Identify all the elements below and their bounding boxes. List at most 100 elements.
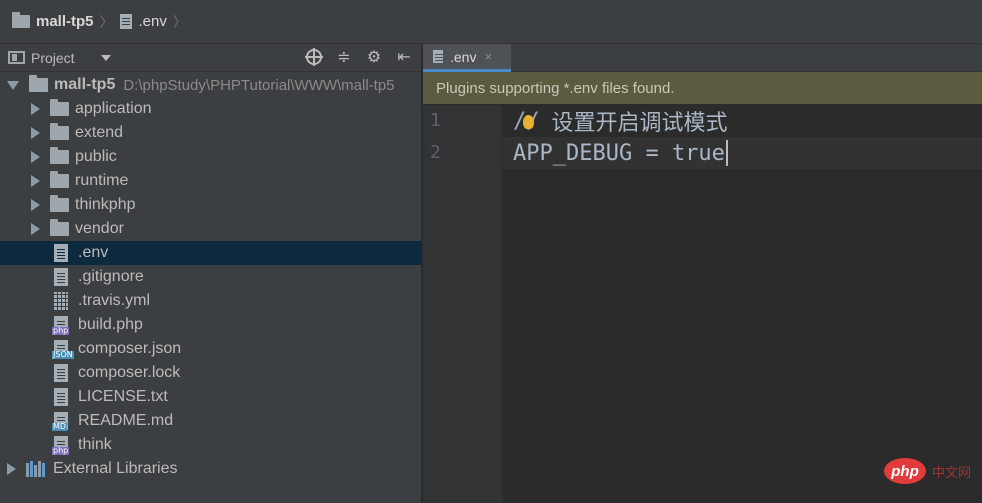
collapse-arrow-icon[interactable] bbox=[31, 199, 40, 211]
breadcrumb-file[interactable]: .env bbox=[119, 13, 167, 30]
folder-label: vendor bbox=[75, 220, 124, 237]
breadcrumb-project[interactable]: mall-tp5 bbox=[12, 12, 94, 30]
folder-label: runtime bbox=[75, 172, 129, 189]
chevron-right-icon: 〉 bbox=[99, 13, 114, 30]
chevron-right-icon: 〉 bbox=[172, 13, 187, 30]
text-file-icon bbox=[54, 364, 68, 382]
project-panel: Project ≑ ⚙ ⇤ mall-tp5 D:\phpStudy\PHPTu… bbox=[0, 44, 422, 503]
file-label: README.md bbox=[78, 412, 174, 429]
watermark-text: 中文网 bbox=[932, 464, 972, 480]
folder-icon bbox=[50, 171, 69, 188]
root-path: D:\phpStudy\PHPTutorial\WWW\mall-tp5 bbox=[123, 76, 395, 94]
line-number-gutter: 1 2 bbox=[423, 105, 503, 503]
project-view-icon bbox=[8, 51, 25, 64]
folder-icon bbox=[29, 75, 48, 92]
folder-icon bbox=[50, 147, 69, 164]
tab-env[interactable]: .env × bbox=[423, 44, 511, 72]
watermark: php 中文网 bbox=[884, 458, 971, 484]
tree-file[interactable]: MD README.md bbox=[0, 409, 422, 433]
file-label: .travis.yml bbox=[78, 292, 150, 309]
project-tree: mall-tp5 D:\phpStudy\PHPTutorial\WWW\mal… bbox=[0, 73, 422, 481]
tree-folder[interactable]: vendor bbox=[0, 217, 422, 241]
folder-label: public bbox=[75, 148, 117, 165]
breadcrumb-project-label: mall-tp5 bbox=[36, 13, 94, 30]
comment-text: 设置开启调试模式 bbox=[551, 111, 728, 136]
code-area[interactable]: // 设置开启调试模式 APP_DEBUG = true bbox=[503, 105, 982, 503]
locate-file-icon[interactable] bbox=[305, 48, 323, 66]
php-file-icon: php bbox=[52, 436, 70, 455]
tab-label: .env bbox=[450, 48, 477, 65]
breadcrumb-file-label: .env bbox=[138, 13, 167, 30]
tree-folder[interactable]: extend bbox=[0, 121, 422, 145]
project-panel-header: Project ≑ ⚙ ⇤ bbox=[0, 44, 421, 72]
collapse-arrow-icon[interactable] bbox=[31, 103, 40, 115]
collapse-all-icon[interactable]: ≑ bbox=[335, 48, 353, 66]
text-caret bbox=[725, 140, 728, 166]
tree-folder[interactable]: public bbox=[0, 145, 422, 169]
line-number: 2 bbox=[430, 142, 441, 163]
folder-icon bbox=[50, 219, 69, 236]
json-file-icon: JSON bbox=[52, 340, 74, 359]
folder-label: application bbox=[75, 100, 152, 117]
tree-file[interactable]: JSON composer.json bbox=[0, 337, 422, 361]
lightbulb-icon[interactable] bbox=[523, 114, 534, 129]
tree-folder[interactable]: thinkphp bbox=[0, 193, 422, 217]
external-libraries-label: External Libraries bbox=[53, 460, 178, 477]
collapse-arrow-icon[interactable] bbox=[7, 463, 16, 475]
tree-file[interactable]: php build.php bbox=[0, 313, 422, 337]
tree-folder[interactable]: application bbox=[0, 97, 422, 121]
library-icon bbox=[26, 461, 45, 477]
file-label: composer.lock bbox=[78, 364, 181, 381]
comment-mark: // bbox=[513, 109, 540, 134]
file-label: .env bbox=[78, 244, 109, 261]
tree-folder[interactable]: runtime bbox=[0, 169, 422, 193]
folder-label: thinkphp bbox=[75, 196, 136, 213]
tree-file[interactable]: .gitignore bbox=[0, 265, 422, 289]
text-file-icon bbox=[54, 244, 68, 262]
tree-file[interactable]: composer.lock bbox=[0, 361, 422, 385]
file-label: LICENSE.txt bbox=[78, 388, 168, 405]
expand-arrow-icon[interactable] bbox=[7, 80, 19, 90]
collapse-arrow-icon[interactable] bbox=[31, 175, 40, 187]
editor-tabs: .env × bbox=[423, 44, 982, 72]
tree-external-libraries[interactable]: External Libraries bbox=[0, 457, 422, 481]
plugin-notification-banner[interactable]: Plugins supporting *.env files found. bbox=[423, 72, 982, 104]
hide-panel-icon[interactable]: ⇤ bbox=[395, 48, 413, 66]
file-label: think bbox=[78, 436, 112, 453]
code-line[interactable]: // 设置开启调试模式 bbox=[503, 105, 982, 137]
yaml-file-icon bbox=[54, 292, 68, 310]
folder-icon bbox=[12, 12, 30, 28]
file-label: build.php bbox=[78, 316, 143, 333]
navigation-bar: mall-tp5 〉 .env 〉 bbox=[0, 0, 982, 44]
chevron-down-icon[interactable] bbox=[100, 54, 111, 61]
php-file-icon: php bbox=[52, 316, 70, 335]
file-label: .gitignore bbox=[78, 268, 144, 285]
code-line-current[interactable]: APP_DEBUG = true bbox=[503, 137, 982, 169]
tree-file[interactable]: .travis.yml bbox=[0, 289, 422, 313]
code-text: APP_DEBUG = true bbox=[513, 140, 725, 166]
file-label: composer.json bbox=[78, 340, 182, 357]
tree-file-selected[interactable]: .env bbox=[0, 241, 422, 265]
folder-label: extend bbox=[75, 124, 124, 141]
collapse-arrow-icon[interactable] bbox=[31, 127, 40, 139]
close-icon[interactable]: × bbox=[484, 49, 492, 64]
text-file-icon bbox=[54, 268, 68, 286]
folder-icon bbox=[50, 195, 69, 212]
panel-toolbar: ≑ ⚙ ⇤ bbox=[305, 48, 413, 66]
banner-text: Plugins supporting *.env files found. bbox=[436, 79, 675, 97]
file-icon bbox=[119, 14, 132, 29]
root-name: mall-tp5 bbox=[54, 76, 116, 93]
collapse-arrow-icon[interactable] bbox=[31, 151, 40, 163]
folder-icon bbox=[50, 123, 69, 140]
tree-root[interactable]: mall-tp5 D:\phpStudy\PHPTutorial\WWW\mal… bbox=[0, 73, 422, 97]
collapse-arrow-icon[interactable] bbox=[31, 223, 40, 235]
file-icon bbox=[433, 50, 443, 63]
tree-file[interactable]: LICENSE.txt bbox=[0, 385, 422, 409]
project-view-label[interactable]: Project bbox=[31, 50, 75, 66]
gear-icon[interactable]: ⚙ bbox=[365, 48, 383, 66]
text-file-icon bbox=[54, 388, 68, 406]
watermark-logo: php bbox=[884, 458, 926, 484]
line-number: 1 bbox=[430, 110, 441, 131]
markdown-file-icon: MD bbox=[52, 412, 68, 431]
tree-file[interactable]: php think bbox=[0, 433, 422, 457]
